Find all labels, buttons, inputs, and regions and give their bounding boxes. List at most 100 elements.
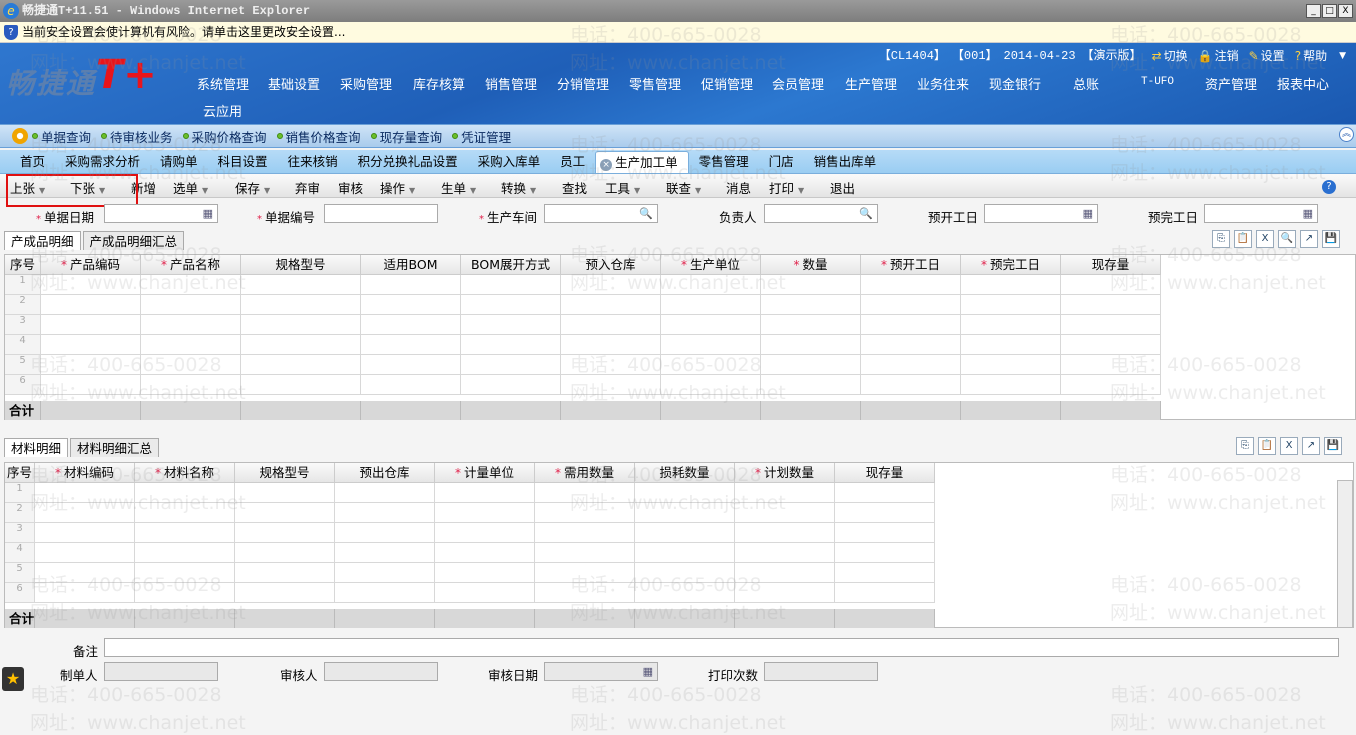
toolbar-button[interactable]: 审核 [338,178,363,197]
tab-item[interactable]: 采购需求分析 [55,151,150,173]
grid-cell[interactable] [1061,275,1161,295]
menu-item[interactable]: 报表中心 [1277,74,1329,93]
security-warning-text[interactable]: 当前安全设置会使计算机有风险。请单击这里更改安全设置... [22,25,345,39]
grid-cell[interactable] [435,583,535,603]
grid-cell[interactable] [635,523,735,543]
grid-cell[interactable] [1061,355,1161,375]
grid-cell[interactable] [435,543,535,563]
grid-cell[interactable] [335,523,435,543]
menu-item[interactable]: 现金银行 [989,74,1041,93]
column-header[interactable]: * 预完工日 [961,255,1061,275]
menu-item[interactable]: 销售管理 [485,74,537,93]
grid-cell[interactable] [41,295,141,315]
grid-cell[interactable] [961,335,1061,355]
toolbar-button[interactable]: 消息 [726,178,751,197]
grid-cell[interactable] [661,375,761,395]
paste-icon[interactable]: 📋 [1258,437,1276,455]
grid-cell[interactable] [135,563,235,583]
copy-icon[interactable]: ⎘ [1236,437,1254,455]
date-field[interactable]: ▦ [104,204,218,223]
export-icon[interactable]: ↗ [1302,437,1320,455]
column-header[interactable]: * 计量单位 [435,463,535,483]
grid-cell[interactable] [361,335,461,355]
grid-cell[interactable] [241,355,361,375]
grid-cell[interactable] [361,375,461,395]
grid-cell[interactable] [735,583,835,603]
grid-cell[interactable] [635,483,735,503]
grid-cell[interactable] [561,375,661,395]
grid-cell[interactable] [661,335,761,355]
grid-cell[interactable] [861,275,961,295]
tab-item[interactable]: 积分兑换礼品设置 [348,151,468,173]
grid-cell[interactable] [761,335,861,355]
grid-cell[interactable] [835,503,935,523]
grid-cell[interactable] [635,543,735,563]
grid-cell[interactable] [1061,335,1161,355]
grid-cell[interactable] [335,503,435,523]
grid-cell[interactable] [35,583,135,603]
grid-cell[interactable] [535,483,635,503]
grid-cell[interactable] [961,315,1061,335]
tab-item[interactable]: 科目设置 [208,151,278,173]
grid-cell[interactable] [141,295,241,315]
grid-cell[interactable] [561,275,661,295]
quick-link[interactable]: 现存量查询 [370,127,442,146]
grid-cell[interactable] [361,275,461,295]
menu-item[interactable]: T-UFO [1141,76,1174,88]
toolbar-button[interactable]: 转换 ▼ [501,178,536,197]
toolbar-button[interactable]: 退出 [830,178,855,197]
grid-cell[interactable] [135,583,235,603]
grid-cell[interactable] [735,543,835,563]
grid-cell[interactable] [235,483,335,503]
grid-cell[interactable] [241,295,361,315]
toolbar-button[interactable]: 工具 ▼ [605,178,640,197]
column-header[interactable]: 预出仓库 [335,463,435,483]
excel-icon[interactable]: X [1256,230,1274,248]
grid-cell[interactable] [41,375,141,395]
quick-link[interactable]: 单据查询 [32,127,91,146]
finish-field[interactable]: ▦ [1204,204,1318,223]
menu-item[interactable]: 采购管理 [340,74,392,93]
grid-cell[interactable] [761,355,861,375]
grid-cell[interactable] [561,295,661,315]
grid-cell[interactable] [135,523,235,543]
column-header[interactable]: 现存量 [1061,255,1161,275]
menu-item[interactable]: 分销管理 [557,74,609,93]
toolbar-button[interactable]: 选单 ▼ [173,178,208,197]
grid-tab[interactable]: 材料明细 [4,438,69,457]
column-header[interactable]: * 产品名称 [141,255,241,275]
grid-cell[interactable] [335,583,435,603]
grid-cell[interactable] [661,275,761,295]
grid-cell[interactable] [635,583,735,603]
column-header[interactable]: * 计划数量 [735,463,835,483]
column-header[interactable]: * 产品编码 [41,255,141,275]
grid-cell[interactable] [861,315,961,335]
grid-cell[interactable] [535,543,635,563]
grid-cell[interactable] [1061,295,1161,315]
menu-item[interactable]: 云应用 [203,101,242,120]
maximize-button[interactable]: □ [1322,4,1337,18]
menu-item[interactable]: 系统管理 [197,74,249,93]
grid-tab[interactable]: 产成品明细汇总 [82,231,185,250]
grid-cell[interactable] [535,503,635,523]
workshop-field[interactable]: 🔍 [544,204,658,223]
grid-tab[interactable]: 产成品明细 [4,231,81,250]
grid-cell[interactable] [41,315,141,335]
toolbar-button[interactable]: 打印 ▼ [769,178,804,197]
grid-cell[interactable] [861,295,961,315]
header-action-help[interactable]: ? 帮助 [1295,47,1327,65]
grid-cell[interactable] [241,275,361,295]
grid-cell[interactable] [961,275,1061,295]
toolbar-button[interactable]: 联查 ▼ [666,178,701,197]
grid-cell[interactable] [41,275,141,295]
column-header[interactable]: * 材料名称 [135,463,235,483]
grid-cell[interactable] [961,295,1061,315]
grid-cell[interactable] [241,335,361,355]
calendar-icon[interactable]: ▦ [1303,207,1313,220]
column-header[interactable]: 预入仓库 [561,255,661,275]
favorite-star-icon[interactable]: ★ [2,667,24,691]
tab-item[interactable]: 请购单 [150,151,208,173]
start-field[interactable]: ▦ [984,204,1098,223]
grid-cell[interactable] [735,523,835,543]
grid-cell[interactable] [661,315,761,335]
